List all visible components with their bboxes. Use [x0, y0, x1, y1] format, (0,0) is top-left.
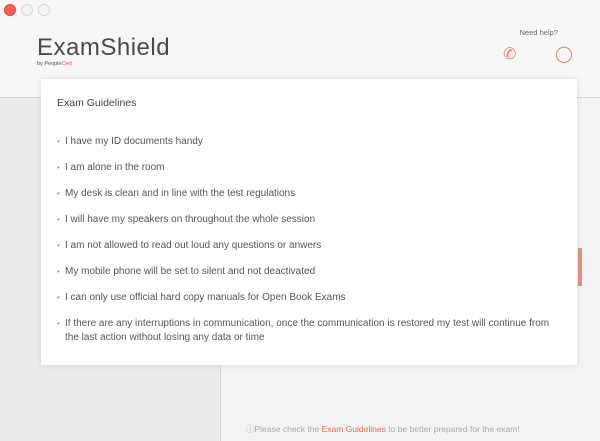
guideline-item: I have my ID documents handy — [57, 135, 557, 149]
guideline-item: My mobile phone will be set to silent an… — [57, 265, 557, 279]
app-name: ExamShield — [37, 34, 171, 61]
byline-prefix: by People — [37, 61, 62, 67]
exam-guidelines-link[interactable]: Exam Guidelines — [322, 424, 386, 434]
chat-icon[interactable]: ◯ — [555, 44, 573, 64]
help-label: Need help? — [519, 28, 558, 37]
maximize-window-button[interactable] — [38, 4, 50, 16]
phone-icon[interactable]: ✆ — [503, 44, 516, 64]
footer-note-prefix: ⓘPlease check the — [246, 424, 322, 434]
byline-accent: Cert — [61, 61, 72, 67]
guideline-item: My desk is clean and in line with the te… — [57, 187, 557, 201]
guideline-item: I am alone in the room — [57, 161, 557, 175]
minimize-window-button[interactable] — [21, 4, 33, 16]
guideline-item: I will have my speakers on throughout th… — [57, 213, 557, 227]
close-window-button[interactable] — [4, 4, 16, 16]
guideline-item: I can only use official hard copy manual… — [57, 291, 557, 305]
guidelines-list: I have my ID documents handy I am alone … — [57, 135, 557, 357]
modal-title: Exam Guidelines — [57, 97, 137, 109]
brand-logo: ExamShield by PeopleCert — [37, 34, 170, 67]
footer-note-suffix: to be better prepared for the exam! — [385, 424, 520, 434]
scroll-indicator[interactable] — [578, 248, 582, 286]
exam-guidelines-modal: Exam Guidelines I have my ID documents h… — [41, 79, 577, 365]
guideline-item: If there are any interruptions in commun… — [57, 317, 557, 344]
footer-note: ⓘPlease check the Exam Guidelines to be … — [246, 423, 520, 435]
window-controls — [4, 4, 50, 16]
guideline-item: I am not allowed to read out loud any qu… — [57, 239, 557, 253]
